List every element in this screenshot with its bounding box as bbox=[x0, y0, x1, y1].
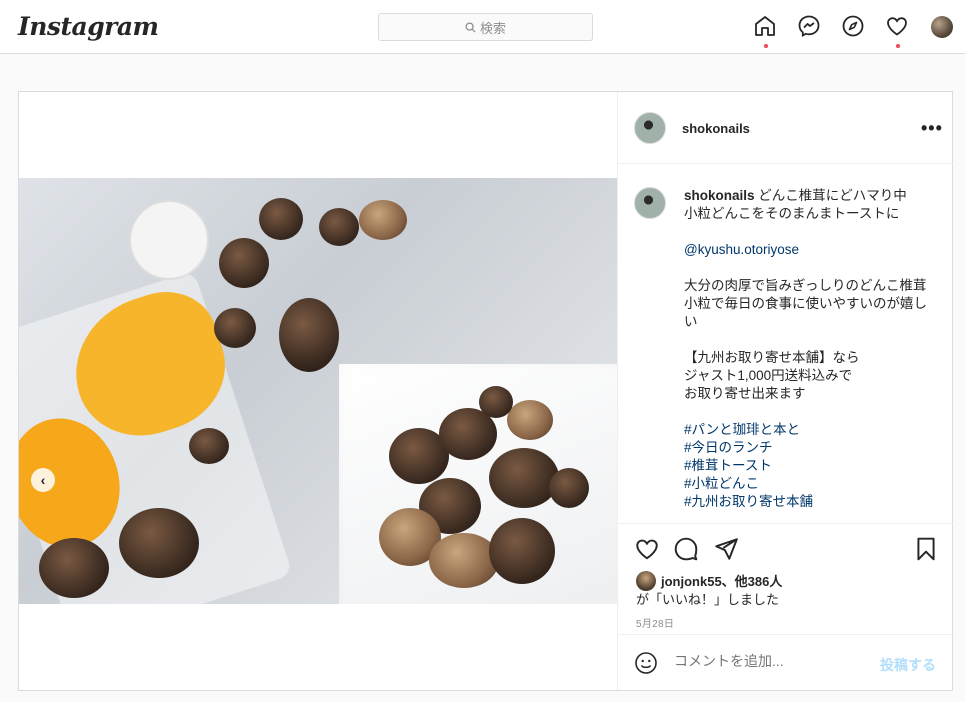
send-icon bbox=[715, 538, 738, 560]
emoji-button[interactable] bbox=[634, 651, 658, 675]
mushroom bbox=[214, 308, 256, 348]
mushroom bbox=[319, 208, 359, 246]
hashtag-link[interactable]: #小粒どんこ bbox=[684, 476, 759, 491]
mushroom bbox=[279, 298, 339, 372]
author-username[interactable]: shokonails bbox=[682, 121, 750, 136]
like-button[interactable] bbox=[634, 536, 660, 562]
likes-count[interactable]: jonjonk55、他386人 bbox=[661, 571, 782, 590]
post-actions: jonjonk55、他386人 が「いいね！」しました 5月28日 投稿する bbox=[618, 523, 953, 690]
comment-icon bbox=[674, 537, 698, 561]
caption-line: 小粒どんこをそのまんまトーストに bbox=[684, 206, 900, 221]
caption-avatar[interactable] bbox=[634, 187, 666, 219]
save-button[interactable] bbox=[913, 536, 939, 562]
mushroom bbox=[189, 428, 229, 464]
explore-button[interactable] bbox=[841, 14, 867, 40]
caption-line: 小粒で毎日の食事に使いやすいのが嬉しい bbox=[684, 296, 927, 329]
mushroom bbox=[479, 386, 513, 418]
caption-line: 【九州お取り寄せ本舗】なら bbox=[684, 350, 860, 365]
liker-avatar[interactable] bbox=[636, 571, 656, 591]
messenger-button[interactable] bbox=[797, 14, 823, 40]
heart-icon bbox=[636, 539, 658, 560]
post-card: ‹ shokonails ••• shokonails どんこ椎茸にどハマり中 … bbox=[18, 91, 953, 691]
more-options-icon[interactable]: ••• bbox=[921, 118, 943, 139]
hashtag-link[interactable]: #パンと珈琲と本と bbox=[684, 422, 800, 437]
hashtag-link[interactable]: #椎茸トースト bbox=[684, 458, 772, 473]
smiley-icon bbox=[635, 652, 657, 674]
mushroom bbox=[429, 533, 499, 588]
mushroom bbox=[489, 448, 559, 508]
profile-avatar[interactable] bbox=[931, 16, 953, 38]
caption-line: お取り寄せ出来ます bbox=[684, 386, 806, 401]
author-avatar[interactable] bbox=[634, 112, 666, 144]
caption-line: ジャスト1,000円送料込みで bbox=[684, 368, 853, 383]
heart-icon bbox=[887, 17, 907, 36]
activity-button[interactable] bbox=[885, 14, 911, 48]
caption-line: 大分の肉厚で旨みぎっしりのどんこ椎茸 bbox=[684, 278, 927, 293]
search-icon bbox=[465, 21, 476, 33]
post-date[interactable]: 5月28日 bbox=[636, 615, 674, 630]
hashtag-link[interactable]: #今日のランチ bbox=[684, 440, 773, 455]
mushroom bbox=[219, 238, 269, 288]
bookmark-icon bbox=[917, 537, 935, 561]
post-photo: ‹ bbox=[19, 178, 617, 604]
caption-username[interactable]: shokonails bbox=[684, 188, 755, 203]
post-comment-button[interactable]: 投稿する bbox=[880, 655, 936, 675]
comment-button[interactable] bbox=[673, 536, 699, 562]
mention-link[interactable]: @kyushu.otoriyose bbox=[684, 242, 799, 257]
mushroom bbox=[507, 400, 553, 440]
mushroom bbox=[39, 538, 109, 598]
home-icon bbox=[755, 16, 775, 36]
caption-section: shokonails どんこ椎茸にどハマり中 小粒どんこをそのまんまトーストに … bbox=[618, 165, 953, 523]
instagram-logo[interactable]: Instagram bbox=[18, 12, 159, 41]
post-media: ‹ bbox=[19, 92, 617, 690]
hashtag-link[interactable]: #九州お取り寄せ本舗 bbox=[684, 494, 813, 509]
mushroom bbox=[489, 518, 555, 584]
mushroom bbox=[259, 198, 303, 240]
mushroom bbox=[549, 468, 589, 508]
post-sidebar: shokonails ••• shokonails どんこ椎茸にどハマり中 小粒… bbox=[617, 92, 953, 690]
product-sticker bbox=[129, 200, 209, 280]
share-button[interactable] bbox=[713, 536, 739, 562]
comment-input[interactable] bbox=[674, 653, 864, 669]
home-button[interactable] bbox=[753, 14, 779, 48]
search-placeholder: 検索 bbox=[479, 20, 506, 36]
mushroom bbox=[119, 508, 199, 578]
caption-text: shokonails どんこ椎茸にどハマり中 小粒どんこをそのまんまトーストに … bbox=[684, 187, 934, 511]
messenger-icon bbox=[798, 15, 820, 38]
notification-dot bbox=[896, 44, 900, 48]
post-header: shokonails ••• bbox=[618, 92, 953, 164]
mushroom bbox=[359, 200, 407, 240]
comment-composer: 投稿する bbox=[618, 634, 953, 690]
likes-suffix: が「いいね！」しました bbox=[636, 592, 780, 607]
caption-line: どんこ椎茸にどハマり中 bbox=[758, 188, 907, 203]
explore-icon bbox=[842, 15, 864, 37]
carousel-prev-button[interactable]: ‹ bbox=[31, 468, 55, 492]
notification-dot bbox=[764, 44, 768, 48]
search-input[interactable]: 検索 bbox=[378, 13, 593, 41]
top-navigation-bar: Instagram 検索 bbox=[0, 0, 965, 54]
